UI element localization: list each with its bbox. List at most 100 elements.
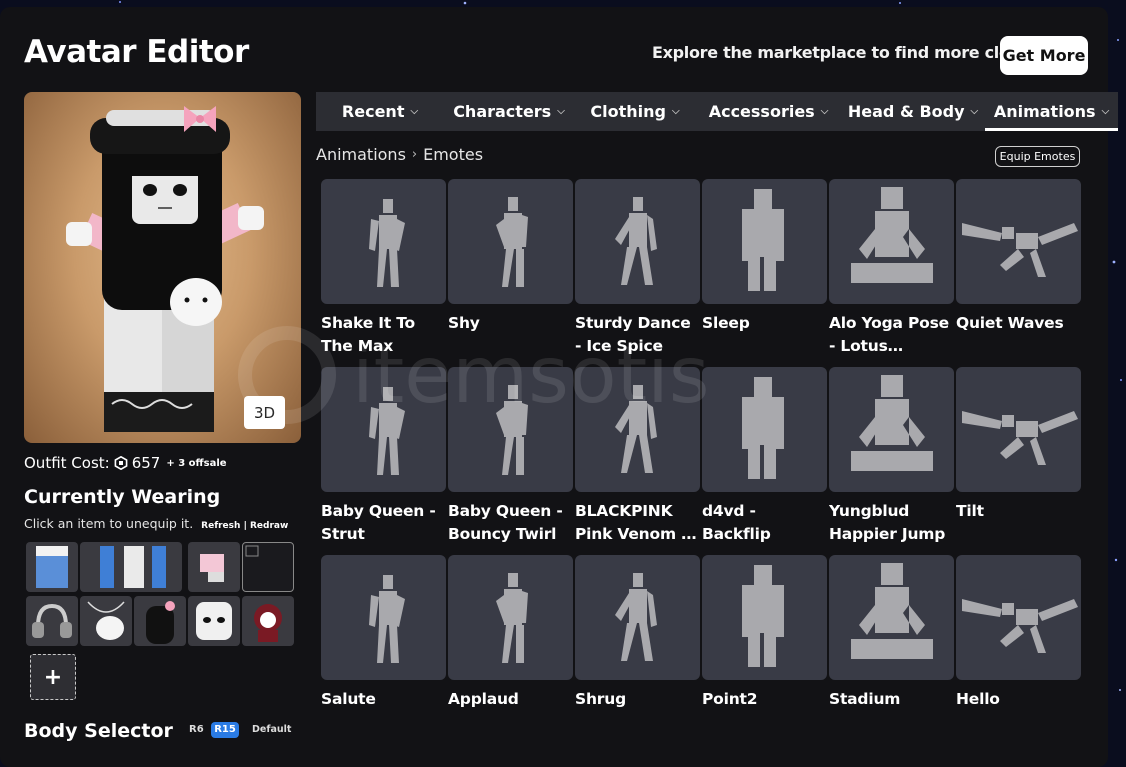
emote-card[interactable]: Yungblud Happier Jump xyxy=(829,367,954,547)
emote-thumbnail xyxy=(829,555,954,680)
emote-card[interactable]: Stadium xyxy=(829,555,954,735)
emote-card[interactable]: Tilt xyxy=(956,367,1081,547)
emote-thumbnail xyxy=(829,367,954,492)
mannequin-pose-icon xyxy=(615,385,657,473)
emote-thumbnail xyxy=(448,367,573,492)
tab-animations[interactable]: Animations ⌵ xyxy=(985,92,1118,131)
emote-thumbnail xyxy=(702,179,827,304)
emote-thumbnail xyxy=(575,179,700,304)
worn-item-shirt[interactable] xyxy=(26,542,78,592)
mannequin-pose-icon xyxy=(742,189,784,291)
body-option-r6[interactable]: R6 xyxy=(189,724,204,735)
emote-thumbnail xyxy=(575,367,700,492)
mannequin-pose-icon xyxy=(962,411,1078,465)
emote-thumbnail xyxy=(321,179,446,304)
body-option-default[interactable]: Default xyxy=(252,724,291,735)
broken-image-icon xyxy=(245,545,259,557)
emote-card[interactable]: BLACKPINK Pink Venom - Straig... xyxy=(575,367,700,547)
emote-thumbnail xyxy=(956,179,1081,304)
emote-name: Salute xyxy=(321,690,376,708)
outfit-cost-label: Outfit Cost: xyxy=(24,454,110,472)
worn-item-broken-image[interactable] xyxy=(242,542,294,592)
body-selector-title: Body Selector xyxy=(24,720,173,742)
emote-card[interactable]: Sleep xyxy=(702,179,827,359)
outfit-cost: Outfit Cost: 657 + 3 offsale xyxy=(24,454,227,472)
emote-name: Stadium xyxy=(829,690,901,708)
emote-card[interactable]: Shrug xyxy=(575,555,700,735)
mannequin-pose-icon xyxy=(851,563,933,659)
emote-name: Shrug xyxy=(575,690,626,708)
emote-name: Sleep xyxy=(702,314,750,332)
worn-item-face[interactable] xyxy=(188,596,240,646)
mannequin-pose-icon xyxy=(369,575,405,663)
emote-card[interactable]: Quiet Waves xyxy=(956,179,1081,359)
mannequin-pose-icon xyxy=(615,573,657,661)
offsale-note: + 3 offsale xyxy=(166,457,227,469)
emote-card[interactable]: Shake It To The Max xyxy=(321,179,446,359)
mannequin-pose-icon xyxy=(496,197,528,287)
mannequin-pose-icon xyxy=(742,565,784,667)
emote-thumbnail xyxy=(702,367,827,492)
body-option-r15[interactable]: R15 xyxy=(211,722,239,738)
emote-thumbnail xyxy=(575,555,700,680)
chevron-down-icon: ⌵ xyxy=(970,106,979,117)
breadcrumb-current: Emotes xyxy=(423,145,484,164)
view-3d-toggle[interactable]: 3D xyxy=(244,396,285,429)
mannequin-pose-icon xyxy=(742,377,784,479)
emote-thumbnail xyxy=(956,367,1081,492)
emote-name: Yungblud Happier Jump xyxy=(829,502,946,543)
worn-item-bag[interactable] xyxy=(80,596,132,646)
emote-card[interactable]: Shy xyxy=(448,179,573,359)
worn-item-accessory[interactable] xyxy=(242,596,294,646)
worn-item-hair[interactable] xyxy=(134,596,186,646)
worn-item-pants[interactable] xyxy=(80,542,182,592)
emote-card[interactable]: Alo Yoga Pose - Lotus Position xyxy=(829,179,954,359)
emote-name: Alo Yoga Pose - Lotus Position xyxy=(829,314,949,355)
chevron-down-icon: ⌵ xyxy=(410,106,419,117)
emote-card[interactable]: Point2 xyxy=(702,555,827,735)
tab-head-body[interactable]: Head & Body ⌵ xyxy=(841,92,985,131)
mannequin-pose-icon xyxy=(369,387,405,475)
emote-thumbnail xyxy=(829,179,954,304)
tab-characters[interactable]: Characters ⌵ xyxy=(444,92,574,131)
worn-item-clothing[interactable] xyxy=(188,542,240,592)
emote-name: Point2 xyxy=(702,690,758,708)
worn-item-headphones[interactable] xyxy=(26,596,78,646)
emote-name: Sturdy Dance - Ice Spice xyxy=(575,314,691,355)
add-item-button[interactable]: + xyxy=(30,654,76,700)
mannequin-pose-icon xyxy=(851,187,933,283)
redraw-link[interactable]: Redraw xyxy=(250,521,288,531)
mannequin-pose-icon xyxy=(851,375,933,471)
emote-name: Tilt xyxy=(956,502,984,520)
emote-card[interactable]: Hello xyxy=(956,555,1081,735)
tab-label: Clothing xyxy=(590,102,666,121)
currently-wearing-subtitle: Click an item to unequip it. Refresh | R… xyxy=(24,516,288,531)
emote-card[interactable]: d4vd - Backflip xyxy=(702,367,827,547)
tab-recent[interactable]: Recent ⌵ xyxy=(316,92,444,131)
emote-thumbnail xyxy=(448,555,573,680)
tab-label: Animations xyxy=(993,102,1096,121)
emote-name: d4vd - Backflip xyxy=(702,502,771,543)
emote-thumbnail xyxy=(448,179,573,304)
emote-card[interactable]: Baby Queen - Bouncy Twirl xyxy=(448,367,573,547)
emote-name: Shake It To The Max xyxy=(321,314,415,355)
emote-card[interactable]: Salute xyxy=(321,555,446,735)
breadcrumb: Animations › Emotes xyxy=(316,145,483,164)
emote-card[interactable]: Applaud xyxy=(448,555,573,735)
emote-card[interactable]: Sturdy Dance - Ice Spice xyxy=(575,179,700,359)
currently-wearing-title: Currently Wearing xyxy=(24,486,221,508)
refresh-link[interactable]: Refresh xyxy=(201,521,240,531)
equip-emotes-button[interactable]: Equip Emotes xyxy=(995,146,1080,167)
get-more-button[interactable]: Get More xyxy=(1000,36,1088,75)
category-tabs: Recent ⌵ Characters ⌵ Clothing ⌵ Accessorie… xyxy=(316,92,1118,131)
breadcrumb-parent[interactable]: Animations xyxy=(316,145,406,164)
page-title: Avatar Editor xyxy=(24,34,249,70)
tab-label: Recent xyxy=(341,102,405,121)
tab-clothing[interactable]: Clothing ⌵ xyxy=(574,92,696,131)
avatar-preview[interactable]: 3D xyxy=(24,92,301,443)
mannequin-pose-icon xyxy=(496,573,528,663)
tab-accessories[interactable]: Accessories ⌵ xyxy=(696,92,841,131)
emote-name: Shy xyxy=(448,314,480,332)
emote-name: Baby Queen - Strut xyxy=(321,502,436,543)
emote-card[interactable]: Baby Queen - Strut xyxy=(321,367,446,547)
